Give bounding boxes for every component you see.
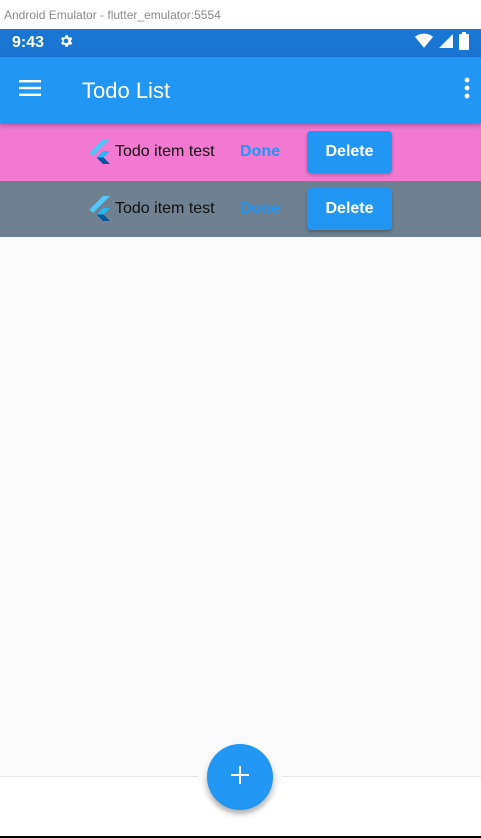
flutter-logo-icon [89,195,111,222]
todo-text: Todo item test [115,143,215,161]
wifi-icon [415,33,433,54]
battery-icon [459,31,469,55]
more-vert-icon [464,77,470,104]
emulator-window-title: Android Emulator - flutter_emulator:5554 [0,0,481,29]
todo-item[interactable]: Todo item test Done Delete [0,124,481,181]
status-bar: 9:43 [0,29,481,57]
status-time: 9:43 [12,34,45,51]
todo-text: Todo item test [115,199,215,217]
add-todo-button[interactable] [207,744,273,810]
gear-icon [58,33,74,54]
todo-list: Todo item test Done Delete Todo item tes… [0,124,481,776]
status-icons [415,31,469,55]
delete-button[interactable]: Delete [307,187,392,230]
window-title: Android Emulator - flutter_emulator:5554 [4,7,221,22]
menu-icon [19,79,43,102]
delete-button[interactable]: Delete [307,131,392,174]
menu-button[interactable] [0,57,62,124]
add-icon [230,765,250,790]
signal-icon [439,33,453,54]
page-title: Todo List [82,77,171,103]
flutter-logo-icon [89,139,111,165]
more-options-button[interactable] [453,57,481,124]
todo-item[interactable]: Todo item test Done Delete [0,180,481,237]
app-bar: Todo List [0,57,481,124]
done-button[interactable]: Done [231,143,289,161]
done-button[interactable]: Done [231,200,289,218]
